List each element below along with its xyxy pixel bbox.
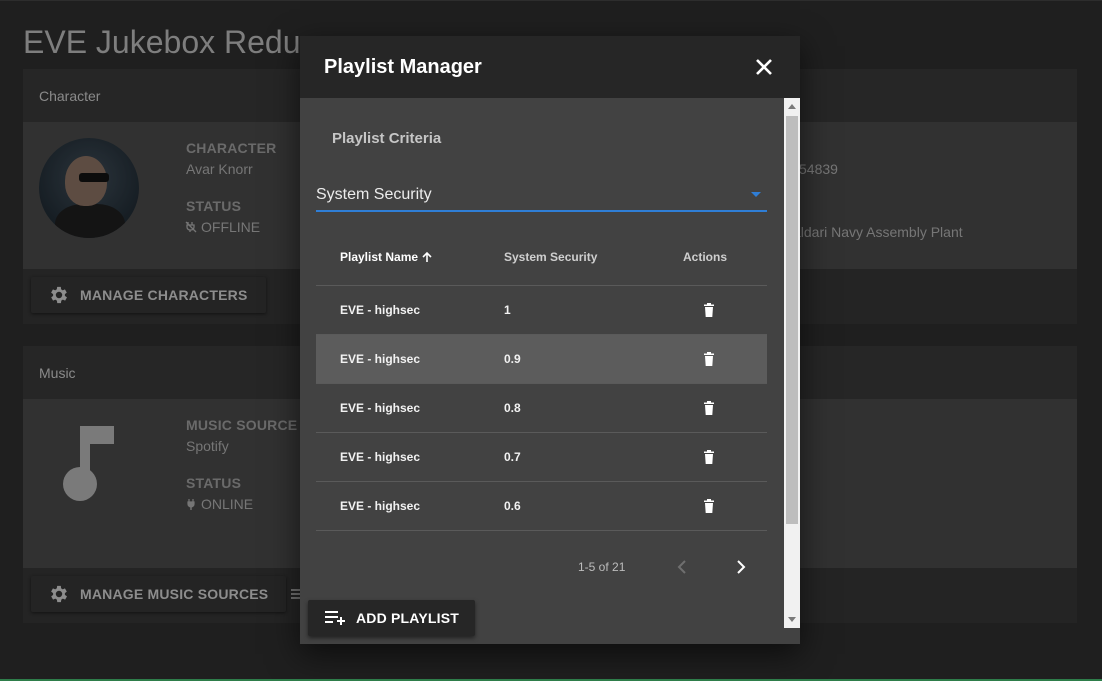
table-body: EVE - highsec 1 EVE - highsec 0.9 EVE - …: [316, 286, 767, 531]
system-security-cell: 0.8: [504, 401, 521, 415]
dialog-titlebar: Playlist Manager: [300, 36, 800, 98]
table-row[interactable]: EVE - highsec 0.7: [316, 433, 767, 482]
table-row[interactable]: EVE - highsec 1: [316, 286, 767, 335]
system-security-cell: 1: [504, 303, 511, 317]
chevron-right-icon[interactable]: [729, 556, 751, 578]
playlist-manager-dialog: Playlist Manager Playlist Criteria Syste…: [300, 36, 800, 644]
system-security-cell: 0.7: [504, 450, 521, 464]
playlist-criteria-label: Playlist Criteria: [332, 130, 442, 147]
system-security-cell: 0.9: [504, 352, 521, 366]
column-header-system-security[interactable]: System Security: [504, 250, 597, 264]
system-security-cell: 0.6: [504, 499, 521, 513]
delete-icon[interactable]: [702, 302, 716, 318]
dropdown-arrow-icon: [751, 192, 761, 197]
scroll-up-arrow-icon[interactable]: [788, 104, 796, 109]
column-header-playlist-name[interactable]: Playlist Name: [340, 250, 433, 264]
column-header-actions: Actions: [683, 250, 728, 264]
dialog-title: Playlist Manager: [324, 55, 482, 78]
close-button[interactable]: [752, 55, 776, 79]
playlist-add-icon: [325, 611, 345, 625]
scroll-down-arrow-icon[interactable]: [788, 617, 796, 622]
playlist-table: Playlist Name System Security Actions EV…: [316, 236, 767, 531]
table-row[interactable]: EVE - highsec 0.9: [316, 335, 767, 384]
criteria-select-value: System Security: [316, 186, 432, 203]
table-row[interactable]: EVE - highsec 0.6: [316, 482, 767, 531]
delete-icon[interactable]: [702, 498, 716, 514]
add-playlist-button[interactable]: ADD PLAYLIST: [308, 600, 476, 636]
playlist-name-cell: EVE - highsec: [340, 352, 421, 366]
dialog-scrollbar[interactable]: [784, 98, 800, 628]
page-range-text: 1-5 of 21: [578, 560, 626, 574]
playlist-name-cell: EVE - highsec: [340, 401, 421, 415]
table-header: Playlist Name System Security Actions: [316, 236, 767, 286]
scrollbar-thumb[interactable]: [786, 116, 798, 524]
chevron-left-icon[interactable]: [672, 556, 694, 578]
playlist-name-cell: EVE - highsec: [340, 499, 421, 513]
close-icon: [756, 59, 772, 75]
dialog-content: Playlist Criteria System Security Playli…: [300, 98, 784, 628]
criteria-select[interactable]: System Security: [316, 180, 767, 212]
playlist-name-cell: EVE - highsec: [340, 450, 421, 464]
table-row[interactable]: EVE - highsec 0.8: [316, 384, 767, 433]
delete-icon[interactable]: [702, 351, 716, 367]
sort-ascending-icon: [422, 251, 432, 262]
delete-icon[interactable]: [702, 449, 716, 465]
table-pagination: 1-5 of 21: [316, 547, 767, 587]
delete-icon[interactable]: [702, 400, 716, 416]
playlist-name-cell: EVE - highsec: [340, 303, 421, 317]
